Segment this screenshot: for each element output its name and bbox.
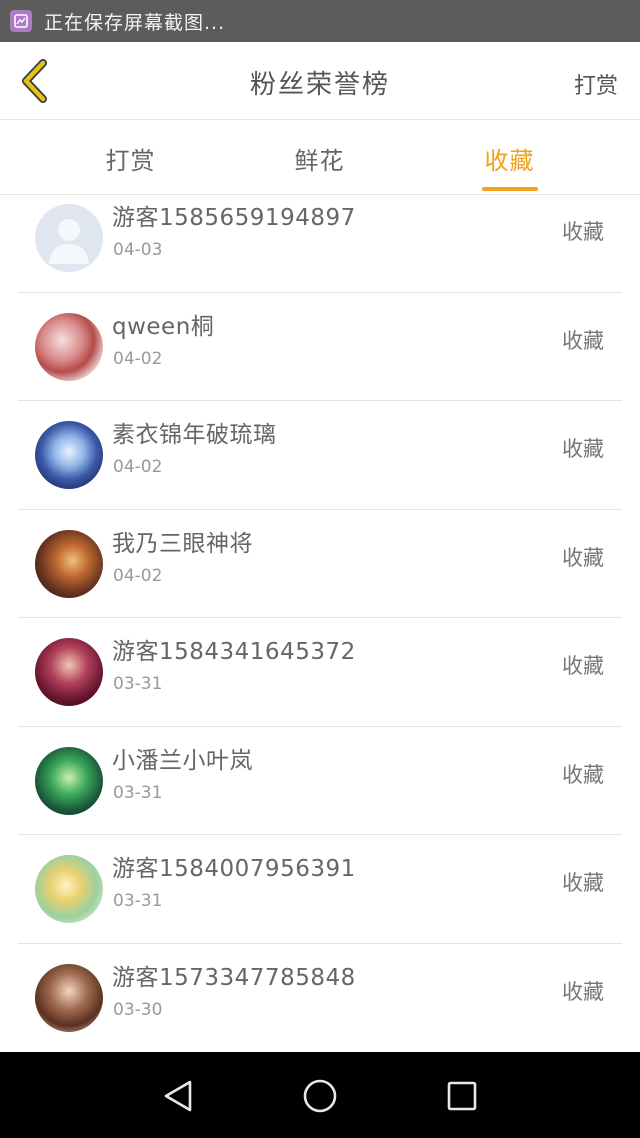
list-item[interactable]: 我乃三眼神将 04-02 收藏 xyxy=(18,510,622,618)
list-item[interactable]: 素衣锦年破琉璃 04-02 收藏 xyxy=(18,401,622,510)
fan-name: qween桐 xyxy=(112,313,215,340)
tab-label: 收藏 xyxy=(484,146,535,175)
app-header: 粉丝荣誉榜 打赏 xyxy=(0,42,640,120)
tab-bar: 打赏 鲜花 收藏 xyxy=(0,121,640,195)
tab-label: 打赏 xyxy=(105,146,156,175)
fan-date: 03-31 xyxy=(113,891,163,911)
favorite-label: 收藏 xyxy=(562,654,604,678)
tab-favorites[interactable]: 收藏 xyxy=(403,121,616,195)
avatar xyxy=(35,638,103,706)
list-item[interactable]: 游客1584007956391 03-31 收藏 xyxy=(18,835,622,944)
favorite-label: 收藏 xyxy=(562,437,604,461)
avatar xyxy=(35,312,103,381)
default-avatar-icon xyxy=(49,219,89,264)
header-reward-button[interactable]: 打赏 xyxy=(574,68,618,100)
fan-name: 素衣锦年破琉璃 xyxy=(112,422,277,448)
avatar xyxy=(35,746,103,815)
avatar xyxy=(35,204,103,272)
favorite-label: 收藏 xyxy=(562,328,604,353)
list-item[interactable]: 游客1585659194897 04-03 收藏 xyxy=(18,196,622,293)
fan-date: 03-31 xyxy=(113,674,163,694)
avatar xyxy=(35,855,103,923)
fan-date: 04-02 xyxy=(113,565,163,586)
fan-date: 04-03 xyxy=(113,240,163,260)
square-recents-icon xyxy=(447,1081,477,1111)
list-item[interactable]: 游客1573347785848 03-30 收藏 xyxy=(18,944,622,1053)
fan-name: 游客1573347785848 xyxy=(112,964,356,991)
status-text: 正在保存屏幕截图... xyxy=(44,11,226,34)
favorite-label: 收藏 xyxy=(562,220,604,244)
list-item[interactable]: 游客1584341645372 03-31 收藏 xyxy=(18,618,622,727)
fan-date: 04-02 xyxy=(113,457,163,477)
fan-name: 游客1584007956391 xyxy=(112,856,356,882)
tab-reward[interactable]: 打赏 xyxy=(24,121,237,195)
fan-list: 游客1585659194897 04-03 收藏 qween桐 04-02 收藏… xyxy=(0,196,640,1052)
avatar xyxy=(35,963,103,1032)
avatar xyxy=(35,529,103,598)
triangle-back-icon xyxy=(164,1080,192,1112)
favorite-label: 收藏 xyxy=(562,762,604,787)
system-nav-bar xyxy=(0,1052,640,1138)
favorite-label: 收藏 xyxy=(562,979,604,1004)
tab-flowers[interactable]: 鲜花 xyxy=(213,121,426,195)
fan-name: 游客1585659194897 xyxy=(112,205,356,231)
page-title: 粉丝荣誉榜 xyxy=(249,70,390,100)
fan-date: 04-02 xyxy=(113,348,163,369)
screen: 正在保存屏幕截图... 粉丝荣誉榜 打赏 打赏 鲜花 收藏 游客15856591… xyxy=(0,0,640,1138)
nav-recents-button[interactable] xyxy=(442,1076,482,1116)
fan-name: 小潘兰小叶岚 xyxy=(112,747,253,774)
fan-name: 游客1584341645372 xyxy=(112,639,356,665)
screenshot-icon xyxy=(10,10,32,32)
list-item[interactable]: qween桐 04-02 收藏 xyxy=(18,293,622,401)
nav-back-button[interactable] xyxy=(158,1076,198,1116)
tab-label: 鲜花 xyxy=(294,146,345,175)
favorite-label: 收藏 xyxy=(562,871,604,895)
circle-home-icon xyxy=(303,1079,337,1113)
fan-name: 我乃三眼神将 xyxy=(112,530,253,557)
avatar xyxy=(35,421,103,489)
status-bar: 正在保存屏幕截图... xyxy=(0,0,640,42)
nav-home-button[interactable] xyxy=(300,1076,340,1116)
fan-date: 03-30 xyxy=(113,999,163,1020)
favorite-label: 收藏 xyxy=(562,545,604,570)
fan-date: 03-31 xyxy=(113,782,163,803)
list-item[interactable]: 小潘兰小叶岚 03-31 收藏 xyxy=(18,727,622,835)
active-tab-indicator xyxy=(481,187,538,191)
